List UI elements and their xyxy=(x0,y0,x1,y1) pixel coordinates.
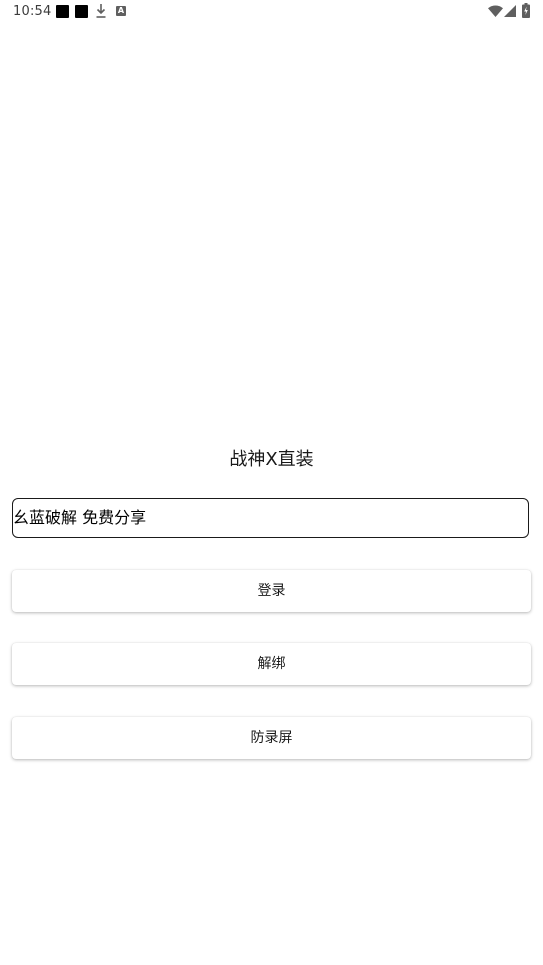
anti-screen-record-button[interactable]: 防录屏 xyxy=(12,717,531,759)
app-screen: 10:54 A 战神X直装 登录 解绑 防录屏 xyxy=(0,0,543,965)
status-bar: 10:54 A xyxy=(0,0,543,24)
a-badge-icon: A xyxy=(116,6,126,16)
battery-charging-icon xyxy=(522,3,530,18)
notification-square-icon xyxy=(75,5,88,18)
status-time: 10:54 xyxy=(13,4,52,19)
login-button[interactable]: 登录 xyxy=(12,570,531,612)
unbind-button[interactable]: 解绑 xyxy=(12,643,531,685)
notification-square-icon xyxy=(56,5,69,18)
card-key-input[interactable] xyxy=(12,498,529,538)
wifi-icon xyxy=(488,5,503,17)
download-icon xyxy=(96,4,106,18)
app-title: 战神X直装 xyxy=(229,449,314,470)
cellular-signal-icon xyxy=(504,5,516,17)
